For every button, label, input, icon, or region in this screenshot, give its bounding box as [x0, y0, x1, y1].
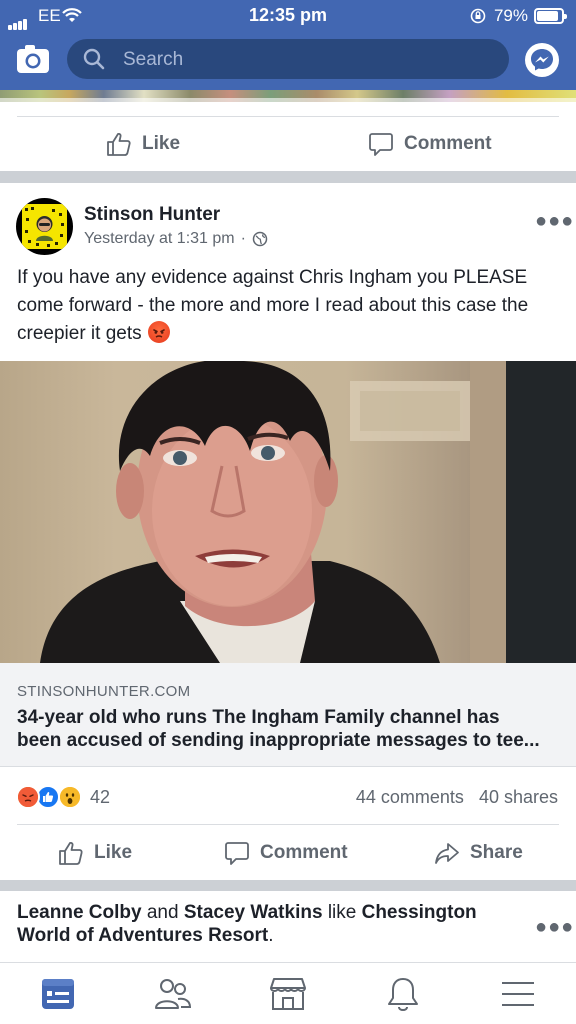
- link-domain: STINSONHUNTER.COM: [17, 683, 191, 700]
- search-icon: [83, 48, 105, 70]
- comment-icon: [225, 842, 249, 865]
- bottom-navigation: [0, 962, 576, 1024]
- camera-icon[interactable]: [16, 44, 50, 74]
- reaction-count[interactable]: 42: [90, 787, 110, 808]
- comment-button[interactable]: Comment: [224, 825, 348, 881]
- news-feed-icon[interactable]: [38, 975, 78, 1013]
- battery-icon: [534, 8, 567, 24]
- separator-dot: ·: [240, 230, 246, 247]
- thumbs-up-icon: [59, 841, 83, 865]
- rotation-lock-icon: [470, 8, 486, 24]
- post-meta: Yesterday at 1:31 pm ·: [84, 230, 268, 248]
- video-thumbnail-person: [40, 361, 576, 663]
- friends-icon[interactable]: [153, 975, 193, 1013]
- post-text: If you have any evidence against Chris I…: [17, 264, 562, 348]
- comments-count[interactable]: 44 comments: [356, 787, 464, 807]
- post-author[interactable]: Stinson Hunter: [84, 204, 220, 226]
- comment-icon: [369, 133, 393, 156]
- messenger-icon[interactable]: [524, 42, 560, 78]
- share-button[interactable]: Share: [434, 825, 523, 881]
- marketplace-icon[interactable]: [268, 975, 308, 1013]
- like-label: Like: [94, 842, 133, 863]
- globe-icon: [252, 231, 268, 247]
- post-actions: Like Comment Share: [0, 825, 576, 881]
- comment-button[interactable]: Comment: [368, 116, 492, 172]
- share-label: Share: [470, 842, 523, 863]
- shares-count[interactable]: 40 shares: [479, 787, 558, 807]
- link-title-line2: been accused of sending inappropriate me…: [17, 730, 540, 751]
- status-bar: EE 12:35 pm 79%: [0, 0, 576, 32]
- link-title-line1: 34-year old who runs The Ingham Family c…: [17, 707, 500, 728]
- like-label: Like: [142, 133, 181, 154]
- menu-icon[interactable]: [498, 975, 538, 1013]
- activity-period: .: [268, 925, 274, 946]
- feed-separator: [0, 880, 576, 891]
- top-bar: EE 12:35 pm 79% Search: [0, 0, 576, 90]
- angry-reaction-icon: [16, 785, 40, 809]
- activity-page-line2[interactable]: World of Adventures Resort: [17, 925, 268, 946]
- comment-label: Comment: [404, 133, 492, 154]
- clock: 12:35 pm: [248, 5, 328, 25]
- more-options-icon[interactable]: ●●●: [535, 916, 574, 939]
- wow-reaction-icon: [58, 785, 82, 809]
- share-arrow-icon: [435, 843, 459, 864]
- activity-page-line1[interactable]: Chessington: [362, 902, 477, 923]
- like-button[interactable]: Like: [106, 116, 180, 172]
- next-post-activity: Leanne Colby and Stacey Watkins like Che…: [17, 901, 522, 947]
- notifications-icon[interactable]: [383, 975, 423, 1013]
- angry-emoji-icon: [147, 321, 170, 343]
- activity-and: and: [146, 902, 179, 923]
- feed-separator: [0, 171, 576, 183]
- post-timestamp[interactable]: Yesterday at 1:31 pm: [84, 230, 235, 248]
- activity-like-word: like: [327, 902, 357, 923]
- snapcode-icon: [25, 207, 64, 247]
- like-button[interactable]: Like: [58, 825, 132, 881]
- thumbs-up-icon: [107, 132, 131, 156]
- avatar[interactable]: [16, 198, 73, 255]
- link-title[interactable]: 34-year old who runs The Ingham Family c…: [17, 706, 562, 752]
- comment-label: Comment: [260, 842, 348, 863]
- activity-person-1[interactable]: Leanne Colby: [17, 902, 142, 923]
- post-body: If you have any evidence against Chris I…: [17, 267, 529, 344]
- link-preview-image[interactable]: [0, 361, 576, 663]
- activity-person-2[interactable]: Stacey Watkins: [184, 902, 323, 923]
- previous-post-image-edge: [0, 90, 576, 102]
- engagement-counts: 44 comments 40 shares: [356, 787, 558, 808]
- search-bar[interactable]: Search: [67, 39, 509, 79]
- battery-percent: 79%: [493, 6, 528, 25]
- previous-post-actions: Like Comment: [0, 116, 576, 172]
- search-placeholder: Search: [123, 49, 184, 70]
- more-options-icon[interactable]: ●●●: [535, 210, 574, 233]
